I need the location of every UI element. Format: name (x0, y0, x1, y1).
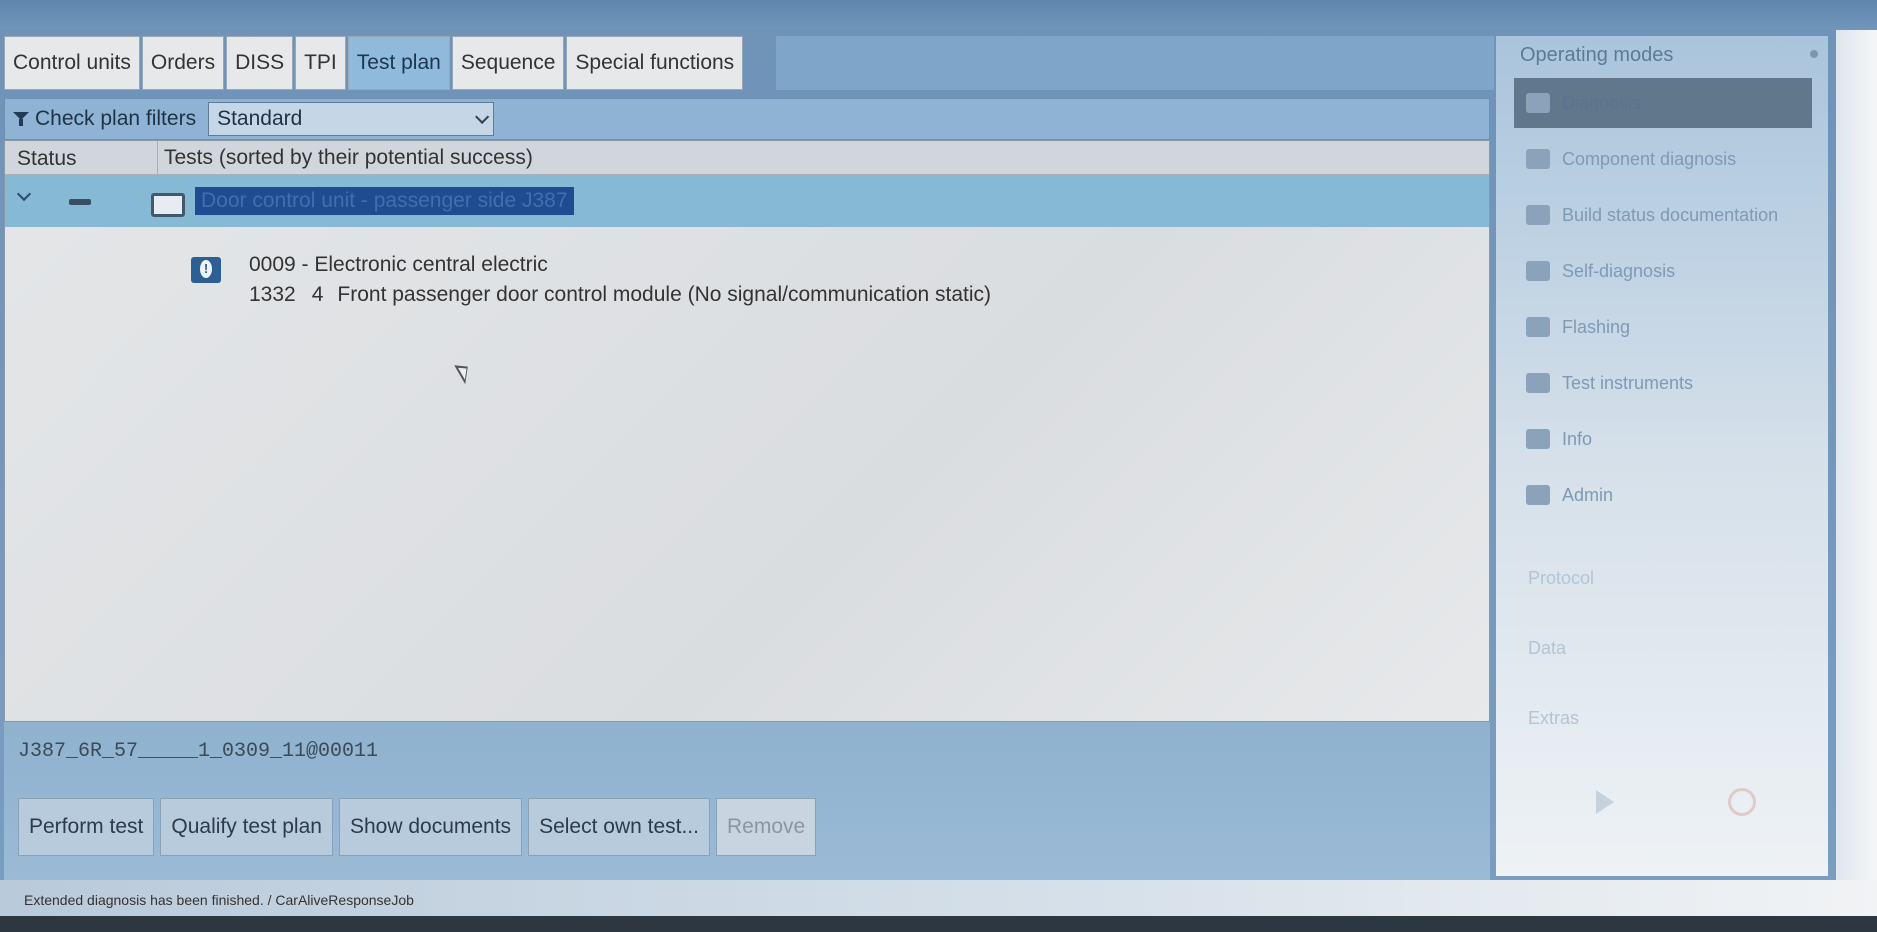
column-header-tests[interactable]: Tests (sorted by their potential success… (157, 141, 533, 175)
mode-label: Flashing (1562, 316, 1631, 337)
title-strip (0, 0, 1877, 30)
perform-test-button[interactable]: Perform test (18, 798, 155, 856)
tab-bar: Control units Orders DISS TPI Test plan … (4, 36, 744, 90)
taskbar (0, 916, 1877, 932)
test-code-line: J387_6R_57_____1_0309_11@00011 (18, 740, 379, 763)
mode-test-instruments[interactable]: Test instruments (1514, 358, 1812, 408)
mode-component-diagnosis[interactable]: Component diagnosis (1514, 134, 1812, 184)
checkbox[interactable] (151, 193, 185, 217)
tab-diss[interactable]: DISS (226, 36, 294, 90)
fault-number: 4 (311, 283, 324, 306)
mode-label: Test instruments (1562, 372, 1694, 393)
gauge-icon (1526, 373, 1550, 393)
fault-description: Front passenger door control module (No … (337, 283, 992, 306)
info-icon (1526, 429, 1550, 449)
mode-info[interactable]: Info (1514, 414, 1812, 464)
mode-label: Self-diagnosis (1562, 260, 1676, 281)
tab-sequence[interactable]: Sequence (451, 36, 565, 90)
mode-label: Diagnosis (1562, 92, 1642, 113)
extras-link[interactable]: Extras (1528, 708, 1579, 729)
mode-label: Build status documentation (1562, 204, 1779, 225)
protocol-link[interactable]: Protocol (1528, 568, 1594, 589)
filter-icon (13, 111, 29, 127)
status-indicator-icon (69, 199, 91, 205)
mode-self-diagnosis[interactable]: Self-diagnosis (1514, 246, 1812, 296)
self-diagnosis-icon (1526, 261, 1550, 281)
table-row-selected[interactable]: Door control unit - passenger side J387 (5, 175, 1489, 227)
mouse-pointer-icon (454, 359, 475, 385)
entry-detail: 1332 4 Front passenger door control modu… (249, 283, 991, 307)
mode-diagnosis[interactable]: Diagnosis (1514, 78, 1812, 128)
stop-icon[interactable] (1728, 788, 1756, 816)
test-plan-panel: Status Tests (sorted by their potential … (4, 140, 1490, 722)
table-header: Status Tests (sorted by their potential … (5, 141, 1489, 175)
fault-code: 1332 (249, 283, 296, 306)
operating-modes-panel: Operating modes Diagnosis Component diag… (1496, 36, 1828, 876)
data-link[interactable]: Data (1528, 638, 1566, 659)
admin-icon (1526, 485, 1550, 505)
mode-flashing[interactable]: Flashing (1514, 302, 1812, 352)
tab-strip-background (776, 36, 1494, 90)
diagnosis-icon (1526, 93, 1550, 113)
row-title: Door control unit - passenger side J387 (195, 187, 574, 215)
show-documents-button[interactable]: Show documents (338, 798, 523, 856)
operating-modes-header: Operating modes (1520, 44, 1674, 66)
column-header-status[interactable]: Status (17, 147, 77, 171)
tab-test-plan[interactable]: Test plan (347, 36, 450, 90)
chevron-down-icon[interactable] (16, 186, 32, 202)
qualify-test-plan-button[interactable]: Qualify test plan (160, 798, 333, 856)
mode-build-status[interactable]: Build status documentation (1514, 190, 1812, 240)
check-plan-filters-label: Check plan filters (35, 107, 197, 130)
info-icon (191, 257, 221, 283)
screen-edge (1836, 30, 1877, 916)
mode-label: Admin (1562, 484, 1614, 505)
check-plan-filters-button[interactable]: Check plan filters (13, 107, 196, 131)
component-icon (1526, 149, 1550, 169)
filter-row: Check plan filters Standard (4, 98, 1490, 140)
pin-icon[interactable] (1810, 50, 1818, 58)
filter-select-value: Standard (217, 107, 303, 130)
remove-button[interactable]: Remove (715, 798, 817, 856)
forward-arrow-icon[interactable] (1596, 790, 1614, 814)
tab-control-units[interactable]: Control units (4, 36, 140, 90)
status-bar: Extended diagnosis has been finished. / … (0, 880, 1877, 920)
status-text: Extended diagnosis has been finished. / … (24, 892, 414, 908)
mode-label: Info (1562, 428, 1593, 449)
mode-admin[interactable]: Admin (1514, 470, 1812, 520)
tab-tpi[interactable]: TPI (295, 36, 346, 90)
filter-select[interactable]: Standard (208, 102, 495, 136)
action-buttons: Perform test Qualify test plan Show docu… (18, 798, 817, 856)
mode-label: Component diagnosis (1562, 148, 1737, 169)
chevron-down-icon (475, 109, 490, 124)
tab-orders[interactable]: Orders (141, 36, 225, 90)
entry-title: 0009 - Electronic central electric (249, 253, 548, 276)
tab-special-functions[interactable]: Special functions (566, 36, 744, 90)
flashing-icon (1526, 317, 1550, 337)
select-own-test-button[interactable]: Select own test... (528, 798, 710, 856)
document-icon (1526, 205, 1550, 225)
